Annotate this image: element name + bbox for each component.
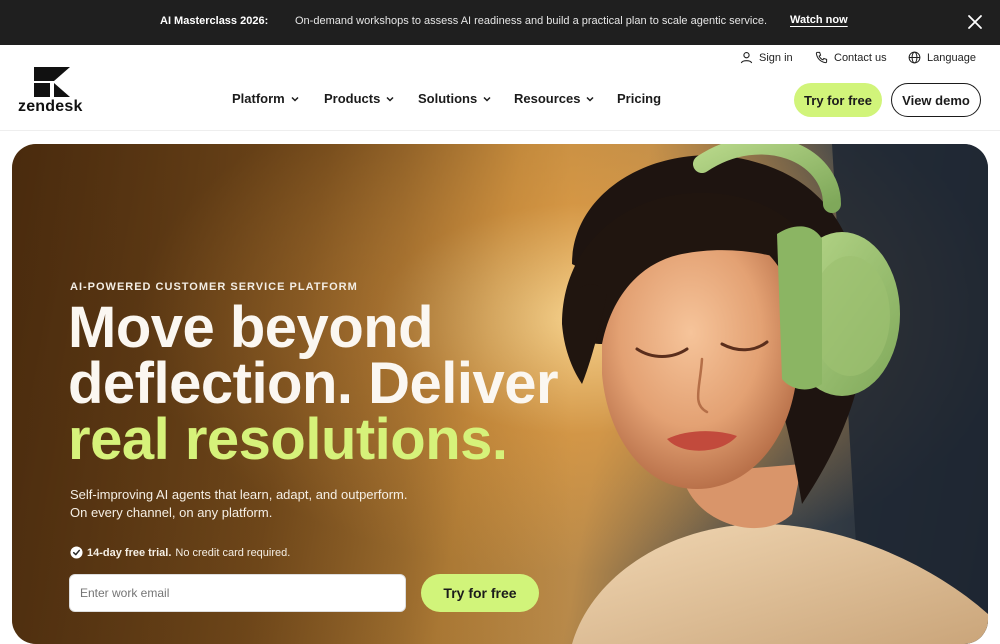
language-label: Language xyxy=(927,51,976,64)
nav-resources[interactable]: Resources xyxy=(514,91,595,106)
check-circle-icon xyxy=(70,546,83,559)
site-header: zendesk Sign in Contact us Language Plat… xyxy=(0,45,1000,131)
nav-products-label: Products xyxy=(324,91,381,106)
nav-pricing[interactable]: Pricing xyxy=(617,91,661,106)
view-demo-button[interactable]: View demo xyxy=(891,83,981,117)
announcement-title: AI Masterclass 2026: xyxy=(160,15,269,27)
hero-try-for-free-button[interactable]: Try for free xyxy=(421,574,539,612)
nav-pricing-label: Pricing xyxy=(617,91,662,106)
hero-portrait-image xyxy=(562,144,988,644)
chevron-down-icon xyxy=(291,96,299,102)
watch-now-link[interactable]: Watch now xyxy=(790,14,848,26)
nav-platform[interactable]: Platform xyxy=(232,91,300,106)
nav-solutions-label: Solutions xyxy=(418,91,478,106)
free-trial-bold: 14-day free trial. xyxy=(87,546,172,559)
nav-resources-label: Resources xyxy=(514,91,581,106)
hero-headline-line-2: deflection. Deliver xyxy=(68,351,559,416)
hero-subtext-line-2: On every channel, on any platform. xyxy=(70,505,273,520)
announcement-message: On-demand workshops to assess AI readine… xyxy=(295,15,768,27)
user-icon xyxy=(740,52,753,64)
chevron-down-icon xyxy=(386,96,394,102)
close-icon[interactable] xyxy=(966,13,984,31)
logo-wordmark: zendesk xyxy=(18,98,83,115)
nav-platform-label: Platform xyxy=(232,91,285,106)
zendesk-logo[interactable]: zendesk xyxy=(18,67,88,119)
hero-eyebrow: AI-POWERED CUSTOMER SERVICE PLATFORM xyxy=(70,281,358,293)
announcement-bar: AI Masterclass 2026: On-demand workshops… xyxy=(0,0,1000,45)
sign-in-link[interactable]: Sign in xyxy=(740,51,793,64)
hero-headline-line-3: real resolutions. xyxy=(68,407,508,472)
hero-section: AI-POWERED CUSTOMER SERVICE PLATFORM Mov… xyxy=(12,144,988,644)
try-for-free-button[interactable]: Try for free xyxy=(794,83,882,117)
hero-headline-line-1: Move beyond xyxy=(68,295,434,360)
nav-solutions[interactable]: Solutions xyxy=(418,91,492,106)
language-selector[interactable]: Language xyxy=(908,51,976,64)
contact-us-label: Contact us xyxy=(834,51,887,64)
chevron-down-icon xyxy=(586,96,595,102)
free-trial-note: 14-day free trial. No credit card requir… xyxy=(70,546,290,559)
work-email-input[interactable] xyxy=(69,574,406,612)
chevron-down-icon xyxy=(483,96,491,102)
hero-subtext-line-1: Self-improving AI agents that learn, ada… xyxy=(70,487,408,502)
zendesk-logo-mark-icon xyxy=(32,67,72,97)
nav-products[interactable]: Products xyxy=(324,91,395,106)
contact-us-link[interactable]: Contact us xyxy=(815,51,887,64)
free-trial-text: No credit card required. xyxy=(175,546,291,559)
phone-icon xyxy=(815,51,828,64)
sign-in-label: Sign in xyxy=(759,51,793,64)
globe-icon xyxy=(908,51,921,64)
